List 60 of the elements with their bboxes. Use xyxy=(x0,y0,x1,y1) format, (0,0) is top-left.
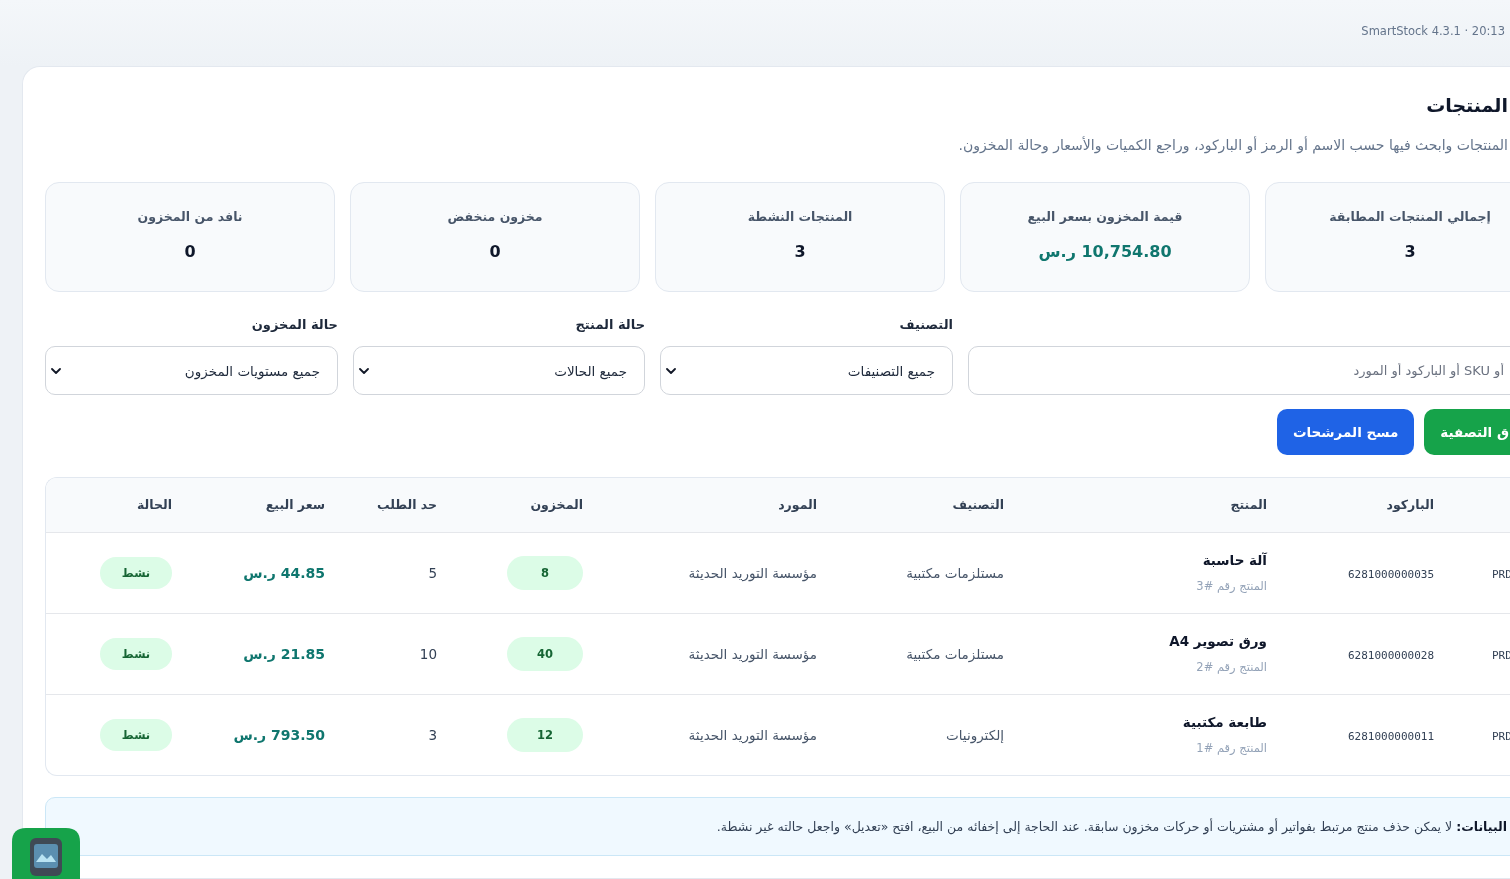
stat-value: 0 xyxy=(489,241,501,263)
stat-value: 10,754.80 ر.س xyxy=(1038,241,1172,263)
reorder-level-text: 10 xyxy=(419,646,437,662)
filter-label: حالة المنتج xyxy=(575,316,645,334)
info-note: البيانات: لا يمكن حذف منتج مرتبط بفواتير أو مشتريات أو حركات مخزون سابقة. عند الحاجة إلى إخفائه من البيع، افتح «تعديل» واجعل حالته غير نشطة. xyxy=(45,797,1510,856)
stat-value: 0 xyxy=(184,241,196,263)
price-text: 21.85 ر.س xyxy=(243,646,325,662)
category-text: إلكترونيات xyxy=(946,727,1004,744)
product-number: المنتج رقم #3 xyxy=(1196,579,1267,593)
page-subtitle: المنتجات وابحث فيها حسب الاسم أو الرمز أو الباركود، وراجع الكميات والأسعار وحالة المخزون. xyxy=(958,135,1508,156)
column-header: سعر البيع xyxy=(265,497,325,513)
stock-badge: 12 xyxy=(507,717,583,752)
supplier-text: مؤسسة التوريد الحديثة xyxy=(688,727,817,744)
reorder-level-text: 5 xyxy=(428,565,437,581)
stat-label: نافد من المخزون xyxy=(137,208,243,226)
price-text: 793.50 ر.س xyxy=(233,727,325,744)
barcode-text: 6281000000011 xyxy=(1347,730,1434,744)
status-badge: نشط xyxy=(100,556,172,589)
product-name: آلة حاسبة xyxy=(1202,551,1267,570)
clear-filters-button[interactable]: مسح المرشحات xyxy=(1277,409,1415,455)
product-number: المنتج رقم #1 xyxy=(1196,741,1267,756)
stock-badge: 8 xyxy=(507,555,583,590)
column-header: المخزون xyxy=(530,497,583,513)
stock-badge: 40 xyxy=(507,636,583,671)
version-label: SmartStock 4.3.1 · 20:13 xyxy=(1361,23,1505,39)
stat-label: إجمالي المنتجات المطابقة xyxy=(1329,208,1491,226)
chevron-down-icon xyxy=(51,367,61,374)
column-header: الحالة xyxy=(137,497,172,513)
barcode-text: 6281000000035 xyxy=(1347,568,1434,581)
chevron-down-icon xyxy=(359,367,369,374)
stat-value: 3 xyxy=(1404,241,1416,263)
product-name: ورق تصوير A4 xyxy=(1169,632,1267,651)
category-text: مستلزمات مكتبية xyxy=(906,646,1004,662)
status-badge: نشط xyxy=(100,637,172,670)
reorder-level-text: 3 xyxy=(428,727,437,744)
stat-label: مخزون منخفض xyxy=(447,208,543,226)
filter-select[interactable]: جميع التصنيفات xyxy=(660,346,953,395)
column-header: الباركود xyxy=(1386,497,1434,513)
filter-label: حالة المخزون xyxy=(251,316,338,334)
page-title: المنتجات xyxy=(1426,93,1508,118)
column-header: حد الطلب xyxy=(376,497,437,513)
status-badge: نشط xyxy=(100,718,172,751)
stat-value: 3 xyxy=(794,241,806,263)
column-header: المنتج xyxy=(1230,497,1267,513)
chevron-down-icon xyxy=(666,367,676,374)
category-text: مستلزمات مكتبية xyxy=(906,565,1004,581)
column-header: المورد xyxy=(778,497,817,513)
filter-label: التصنيف xyxy=(899,316,953,334)
column-header: التصنيف xyxy=(952,497,1004,513)
filter-select[interactable]: جميع مستويات المخزون xyxy=(45,346,338,395)
stat-label: المنتجات النشطة xyxy=(747,208,853,226)
stat-label: قيمة المخزون بسعر البيع xyxy=(1027,208,1183,226)
barcode-text: 6281000000028 xyxy=(1347,649,1434,662)
price-text: 44.85 ر.س xyxy=(243,565,325,581)
product-name: طابعة مكتبية xyxy=(1182,713,1267,733)
filter-select[interactable]: جميع الحالات xyxy=(353,346,645,395)
app-icon[interactable] xyxy=(12,828,80,879)
supplier-text: مؤسسة التوريد الحديثة xyxy=(688,646,817,662)
supplier-text: مؤسسة التوريد الحديثة xyxy=(688,565,817,581)
product-number: المنتج رقم #2 xyxy=(1196,660,1267,674)
